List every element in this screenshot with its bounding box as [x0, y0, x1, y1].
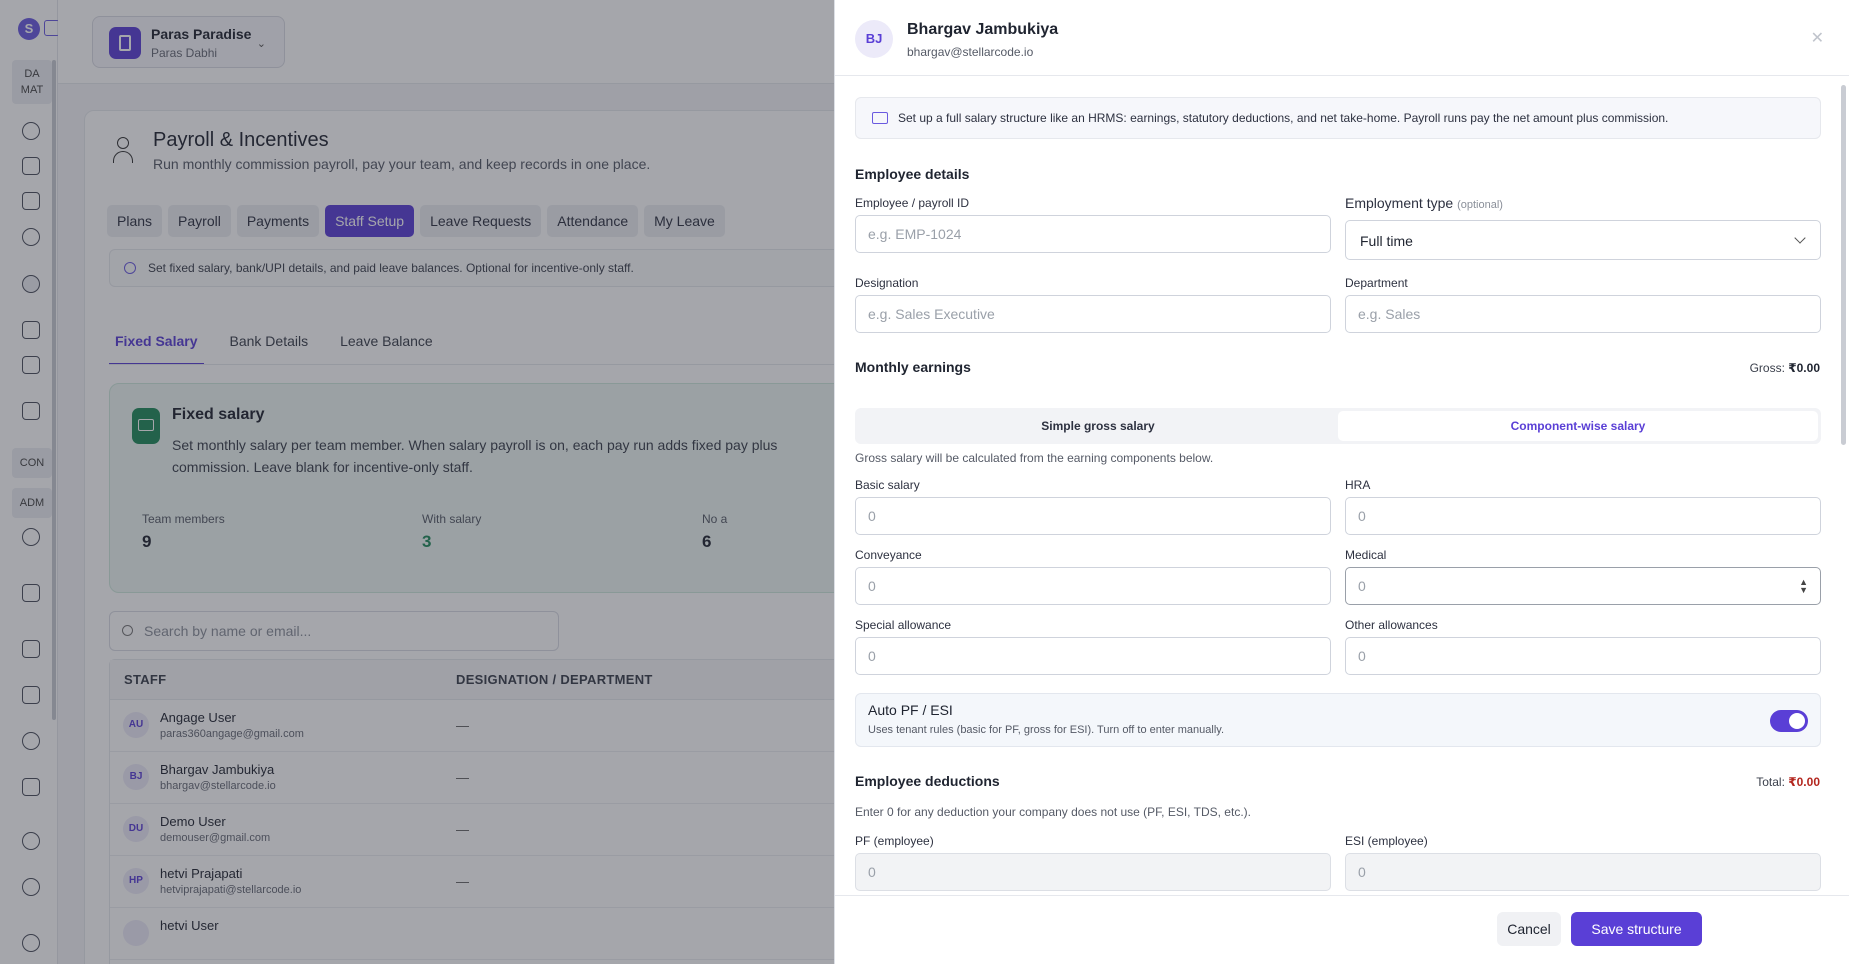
medical-field[interactable]: ▲▼ — [1345, 567, 1821, 605]
auto-pf-toggle[interactable] — [1770, 710, 1808, 732]
drawer-scrollbar[interactable] — [1841, 85, 1846, 445]
earnings-hint: Gross salary will be calculated from the… — [855, 451, 1214, 465]
employment-type-label-text: Employment type — [1345, 195, 1454, 211]
drawer-header: BJ Bhargav Jambukiya bhargav@stellarcode… — [835, 0, 1849, 76]
modal-overlay[interactable] — [0, 0, 834, 964]
gross-value: ₹0.00 — [1788, 361, 1820, 375]
other-allowances-field[interactable] — [1345, 637, 1821, 675]
basic-salary-label: Basic salary — [855, 478, 920, 492]
chevron-down-icon — [1794, 232, 1806, 244]
gross-label: Gross: — [1749, 361, 1785, 375]
payroll-id-field[interactable] — [855, 215, 1331, 253]
deductions-total-value: ₹0.00 — [1788, 775, 1820, 789]
info-text: Set up a full salary structure like an H… — [898, 111, 1669, 125]
number-stepper-icon[interactable]: ▲ ▼ — [1799, 578, 1808, 595]
pf-employee-label: PF (employee) — [855, 834, 934, 848]
close-icon[interactable]: ✕ — [1811, 28, 1824, 48]
salary-info-box: Set up a full salary structure like an H… — [855, 97, 1821, 139]
medical-label: Medical — [1345, 548, 1387, 562]
salary-structure-drawer: BJ Bhargav Jambukiya bhargav@stellarcode… — [834, 0, 1849, 964]
toggle-knob — [1789, 713, 1805, 729]
salary-mode-toggle: Simple gross salary Component-wise salar… — [855, 408, 1821, 444]
hra-field[interactable] — [1345, 497, 1821, 535]
employee-details-heading: Employee details — [855, 166, 970, 182]
pf-employee-field — [855, 853, 1331, 891]
conveyance-input[interactable] — [868, 568, 1302, 604]
drawer-footer: Cancel Save structure — [835, 895, 1849, 964]
deductions-total: Total: ₹0.00 — [1756, 775, 1820, 789]
auto-pf-title: Auto PF / ESI — [868, 702, 953, 718]
pf-employee-input — [868, 854, 1302, 890]
designation-input[interactable] — [868, 296, 1302, 332]
other-allowances-label: Other allowances — [1345, 618, 1438, 632]
conveyance-label: Conveyance — [855, 548, 922, 562]
auto-pf-esi-box: Auto PF / ESI Uses tenant rules (basic f… — [855, 693, 1821, 747]
mode-component-wise[interactable]: Component-wise salary — [1338, 411, 1818, 441]
auto-pf-subtitle: Uses tenant rules (basic for PF, gross f… — [868, 724, 1225, 736]
mode-simple-gross[interactable]: Simple gross salary — [858, 411, 1338, 441]
employee-deductions-heading: Employee deductions — [855, 773, 1000, 789]
other-allowances-input[interactable] — [1358, 638, 1792, 674]
cancel-button[interactable]: Cancel — [1497, 912, 1561, 946]
avatar: BJ — [855, 20, 893, 58]
department-field[interactable] — [1345, 295, 1821, 333]
department-input[interactable] — [1358, 296, 1792, 332]
drawer-employee-email: bhargav@stellarcode.io — [907, 45, 1034, 59]
payroll-id-label: Employee / payroll ID — [855, 196, 970, 210]
monthly-earnings-heading: Monthly earnings — [855, 359, 971, 375]
designation-field[interactable] — [855, 295, 1331, 333]
employment-type-select[interactable]: Full time — [1345, 220, 1821, 260]
special-allowance-label: Special allowance — [855, 618, 952, 632]
esi-employee-field — [1345, 853, 1821, 891]
medical-input[interactable] — [1358, 568, 1792, 604]
deductions-hint: Enter 0 for any deduction your company d… — [855, 805, 1251, 819]
esi-employee-label: ESI (employee) — [1345, 834, 1428, 848]
basic-salary-input[interactable] — [868, 498, 1302, 534]
special-allowance-input[interactable] — [868, 638, 1302, 674]
esi-employee-input — [1358, 854, 1792, 890]
save-structure-button[interactable]: Save structure — [1571, 912, 1702, 946]
hra-label: HRA — [1345, 478, 1371, 492]
deductions-total-label: Total: — [1756, 775, 1785, 789]
employment-type-value: Full time — [1360, 233, 1413, 249]
designation-label: Designation — [855, 276, 919, 290]
hra-input[interactable] — [1358, 498, 1792, 534]
money-icon — [872, 112, 888, 124]
payroll-id-input[interactable] — [868, 216, 1302, 252]
employment-type-label: Employment type (optional) — [1345, 195, 1503, 211]
optional-tag: (optional) — [1457, 199, 1503, 211]
department-label: Department — [1345, 276, 1408, 290]
drawer-employee-name: Bhargav Jambukiya — [907, 21, 1059, 38]
conveyance-field[interactable] — [855, 567, 1331, 605]
drawer-body: Set up a full salary structure like an H… — [835, 77, 1849, 895]
basic-salary-field[interactable] — [855, 497, 1331, 535]
special-allowance-field[interactable] — [855, 637, 1331, 675]
gross-total: Gross: ₹0.00 — [1750, 361, 1820, 375]
